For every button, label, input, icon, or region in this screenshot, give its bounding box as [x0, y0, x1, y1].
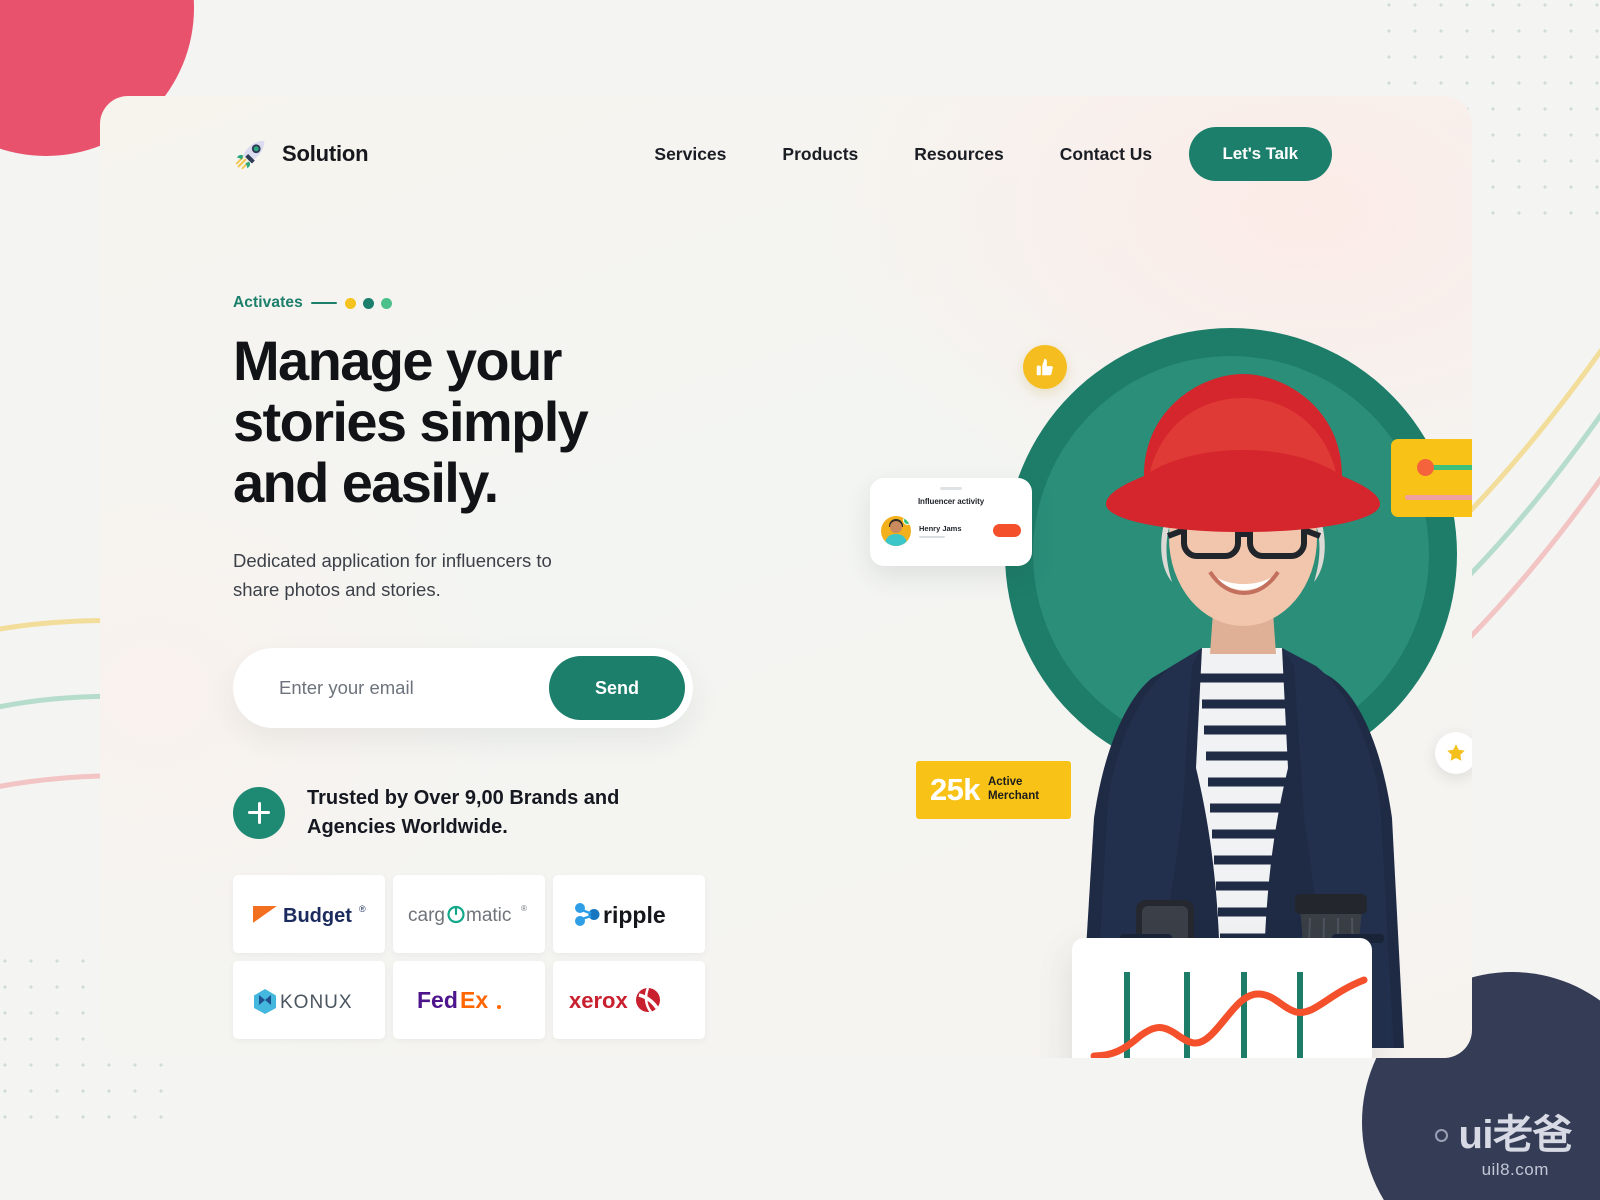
- svg-text:KONUX: KONUX: [280, 992, 353, 1013]
- hero-right-visual: Influencer activity Henry Jams 25k Activ…: [800, 206, 1472, 1058]
- card-drag-handle[interactable]: [940, 487, 962, 490]
- rocket-icon: [235, 140, 265, 170]
- eyebrow-dot-2: [362, 297, 374, 309]
- avatar: [881, 515, 911, 546]
- thumbs-up-icon: [1036, 358, 1053, 376]
- merchant-count: 25k: [930, 772, 981, 807]
- nav-item-products[interactable]: Products: [782, 144, 858, 165]
- eyebrow-row: Activates: [233, 292, 733, 314]
- eyebrow-label: Activates: [233, 294, 303, 311]
- merchant-label-line1: Active: [987, 776, 1023, 789]
- slider-row-2: [1405, 487, 1472, 507]
- svg-text:matic: matic: [466, 905, 511, 926]
- hero-left-column: Activates Manage your stories simply and…: [233, 292, 733, 1040]
- send-button[interactable]: Send: [549, 656, 685, 721]
- lets-talk-button[interactable]: Let's Talk: [1188, 127, 1332, 181]
- analysis-card: Analysis: [1072, 938, 1372, 1058]
- svg-text:®: ®: [359, 904, 366, 914]
- brand-logo-fedex[interactable]: Fed Ex: [393, 961, 545, 1040]
- svg-text:carg: carg: [408, 905, 445, 926]
- brand-logo-budget[interactable]: Budget ®: [233, 875, 385, 954]
- eyebrow-dot-3: [380, 297, 392, 309]
- email-input[interactable]: [233, 677, 549, 700]
- influencer-card-title: Influencer activity: [917, 496, 985, 506]
- influencer-activity-card: Influencer activity Henry Jams: [870, 478, 1032, 566]
- brand-logo-konux[interactable]: KONUX: [233, 961, 385, 1040]
- star-badge: [1435, 732, 1472, 774]
- analysis-chart: [1090, 972, 1368, 1058]
- merchant-label-line2: Merchant: [987, 790, 1040, 802]
- slider-row-1: [1405, 457, 1472, 477]
- plus-icon[interactable]: [233, 786, 285, 839]
- chart-trend-line: [1090, 976, 1368, 1058]
- svg-text:Budget: Budget: [283, 905, 352, 927]
- watermark-main-text: ui老爸: [1458, 1113, 1572, 1157]
- hero-subcopy: Dedicated application for influencers to…: [233, 550, 552, 600]
- trusted-text: Trusted by Over 9,00 Brands and Agencies…: [307, 787, 620, 838]
- brand-logo-cargomatic[interactable]: carg matic ®: [393, 875, 545, 954]
- svg-text:Ex: Ex: [460, 987, 488, 1013]
- watermark: ui老爸 uil8.com: [1435, 1115, 1572, 1180]
- brand-logo-ripple[interactable]: ripple: [553, 875, 705, 954]
- nav-item-resources[interactable]: Resources: [914, 144, 1004, 165]
- email-signup-form: Send: [233, 648, 693, 729]
- eyebrow-dot-1: [344, 297, 356, 309]
- nav-item-services[interactable]: Services: [654, 144, 726, 165]
- slider-knob-1[interactable]: [1417, 458, 1434, 476]
- svg-text:xerox: xerox: [569, 988, 628, 1013]
- thumbs-up-badge: [1023, 345, 1067, 389]
- svg-text:®: ®: [521, 904, 527, 913]
- influencer-row: Henry Jams: [881, 515, 1021, 546]
- eyebrow-dash: [310, 301, 337, 305]
- influencer-action-button[interactable]: [993, 524, 1021, 537]
- nav-links: Services Products Resources Contact Us: [654, 144, 1152, 165]
- brand-logo-xerox[interactable]: xerox: [553, 961, 705, 1040]
- page-title: Manage your stories simply and easily.: [233, 329, 589, 515]
- svg-text:Fed: Fed: [417, 987, 458, 1013]
- chart-bars: [1124, 972, 1303, 1058]
- brand-name: Solution: [282, 141, 369, 166]
- watermark-sub-text: uil8.com: [1481, 1160, 1549, 1179]
- online-status-dot: [903, 515, 911, 525]
- influencer-name: Henry Jams: [919, 523, 962, 533]
- merchant-label: Active Merchant: [988, 776, 1039, 803]
- brand-logo[interactable]: Solution: [232, 135, 369, 173]
- trusted-row: Trusted by Over 9,00 Brands and Agencies…: [233, 784, 733, 841]
- slider-track-2[interactable]: [1405, 495, 1472, 500]
- influencer-identity: Henry Jams: [919, 524, 962, 538]
- watermark-ring-icon: [1435, 1129, 1449, 1142]
- star-icon: [1447, 744, 1465, 761]
- nav-item-contact-us[interactable]: Contact Us: [1060, 144, 1152, 165]
- brand-logo-grid: Budget ® carg matic ® ripple KONUX Fed E…: [233, 875, 733, 1040]
- active-merchant-badge: 25k Active Merchant: [916, 761, 1071, 819]
- svg-text:ripple: ripple: [603, 902, 666, 928]
- settings-slider-card: [1391, 439, 1472, 517]
- hero-card: Solution Services Products Resources Con…: [100, 96, 1472, 1058]
- influencer-subline: [919, 535, 945, 538]
- top-navigation: Solution Services Products Resources Con…: [100, 96, 1472, 212]
